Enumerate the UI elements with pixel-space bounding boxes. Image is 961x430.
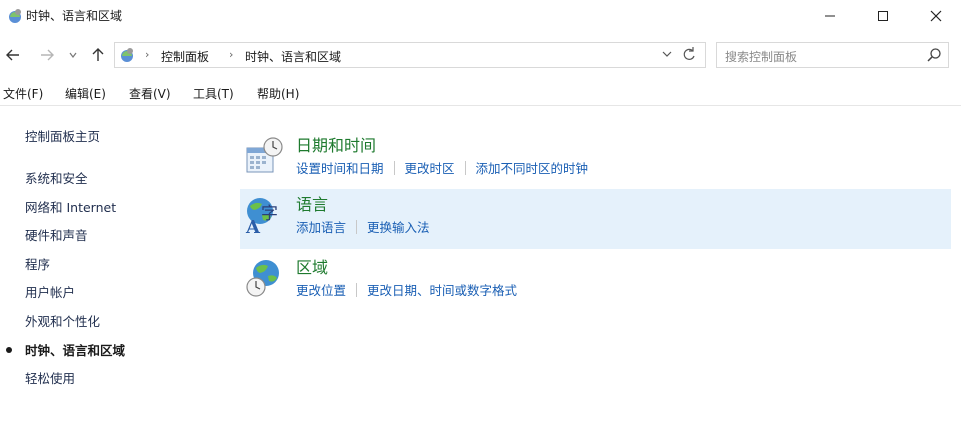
link-divider xyxy=(464,160,466,175)
search-icon[interactable] xyxy=(926,47,942,63)
menu-tools[interactable]: 工具(T) xyxy=(193,85,234,102)
close-icon xyxy=(930,10,942,22)
sidebar-item-ease-of-access[interactable]: 轻松使用 xyxy=(25,368,75,387)
maximize-icon xyxy=(878,11,888,21)
breadcrumb-separator: › xyxy=(229,48,234,61)
close-button[interactable] xyxy=(913,0,959,32)
link-change-timezone[interactable]: 更改时区 xyxy=(405,158,455,177)
recent-locations-button[interactable] xyxy=(66,43,80,67)
sidebar-item-programs[interactable]: 程序 xyxy=(25,254,50,273)
sidebar-item-home[interactable]: 控制面板主页 xyxy=(25,126,100,145)
chevron-down-icon xyxy=(662,51,672,57)
category-date-time: 日期和时间 设置时间和日期 更改时区 添加不同时区的时钟 xyxy=(240,130,951,190)
breadcrumb-separator: › xyxy=(145,48,150,61)
refresh-icon xyxy=(683,47,695,60)
menu-file[interactable]: 文件(F) xyxy=(3,85,43,102)
svg-text:A: A xyxy=(245,217,261,235)
link-divider xyxy=(356,219,358,234)
region-globe-clock-icon[interactable] xyxy=(244,258,284,298)
breadcrumb-clock-language-region[interactable]: 时钟、语言和区域 xyxy=(245,48,341,65)
refresh-button[interactable] xyxy=(681,45,701,67)
arrow-left-icon xyxy=(6,49,19,61)
navigation-bar: › 控制面板 › 时钟、语言和区域 搜索控制面板 xyxy=(0,38,961,72)
up-button[interactable] xyxy=(88,43,108,67)
arrow-up-icon xyxy=(92,48,104,61)
maximize-button[interactable] xyxy=(860,0,906,32)
address-bar[interactable]: › 控制面板 › 时钟、语言和区域 xyxy=(114,42,706,68)
link-add-clocks[interactable]: 添加不同时区的时钟 xyxy=(476,158,589,177)
link-add-language[interactable]: 添加语言 xyxy=(296,217,346,236)
title-bar: 时钟、语言和区域 xyxy=(0,0,961,32)
link-change-input-method[interactable]: 更换输入法 xyxy=(367,217,430,236)
menu-help[interactable]: 帮助(H) xyxy=(257,85,299,102)
arrow-right-icon xyxy=(41,49,54,61)
sidebar-item-system-security[interactable]: 系统和安全 xyxy=(25,168,88,187)
link-change-location[interactable]: 更改位置 xyxy=(296,280,346,299)
minimize-icon xyxy=(825,15,835,17)
search-input[interactable]: 搜索控制面板 xyxy=(716,42,949,68)
language-globe-icon[interactable]: A 字 xyxy=(244,195,284,235)
link-change-formats[interactable]: 更改日期、时间或数字格式 xyxy=(367,280,517,299)
link-divider xyxy=(356,282,358,297)
sidebar-item-clock-language-region[interactable]: 时钟、语言和区域 xyxy=(25,340,125,359)
sidebar-item-user-accounts[interactable]: 用户帐户 xyxy=(25,282,75,301)
window-title: 时钟、语言和区域 xyxy=(26,9,123,23)
forward-button[interactable] xyxy=(36,43,58,67)
category-title-region[interactable]: 区域 xyxy=(296,254,328,278)
back-button[interactable] xyxy=(2,43,24,67)
sidebar-item-hardware-sound[interactable]: 硬件和声音 xyxy=(25,225,88,244)
menu-bar: 文件(F) 编辑(E) 查看(V) 工具(T) 帮助(H) xyxy=(0,80,961,106)
link-set-time-date[interactable]: 设置时间和日期 xyxy=(296,158,384,177)
link-divider xyxy=(393,160,395,175)
current-item-bullet xyxy=(6,347,12,353)
menu-edit[interactable]: 编辑(E) xyxy=(65,85,106,102)
minimize-button[interactable] xyxy=(807,0,853,32)
menu-view[interactable]: 查看(V) xyxy=(129,85,171,102)
control-panel-icon xyxy=(9,9,21,23)
svg-text:字: 字 xyxy=(261,204,278,224)
control-panel-icon xyxy=(121,48,133,62)
sidebar-item-network-internet[interactable]: 网络和 Internet xyxy=(25,197,116,216)
category-language: A 字 语言 添加语言 更换输入法 xyxy=(240,189,951,249)
category-title-date-time[interactable]: 日期和时间 xyxy=(296,132,376,156)
category-links: 更改位置 更改日期、时间或数字格式 xyxy=(296,280,517,299)
search-placeholder: 搜索控制面板 xyxy=(725,50,798,64)
category-region: 区域 更改位置 更改日期、时间或数字格式 xyxy=(240,252,951,312)
chevron-down-icon xyxy=(69,52,77,58)
address-dropdown-button[interactable] xyxy=(661,47,675,64)
calendar-clock-icon[interactable] xyxy=(244,136,284,176)
category-links: 设置时间和日期 更改时区 添加不同时区的时钟 xyxy=(296,158,588,177)
category-links: 添加语言 更换输入法 xyxy=(296,217,430,236)
category-title-language[interactable]: 语言 xyxy=(296,191,328,215)
sidebar-item-appearance[interactable]: 外观和个性化 xyxy=(25,311,100,330)
breadcrumb-control-panel[interactable]: 控制面板 xyxy=(161,48,209,65)
